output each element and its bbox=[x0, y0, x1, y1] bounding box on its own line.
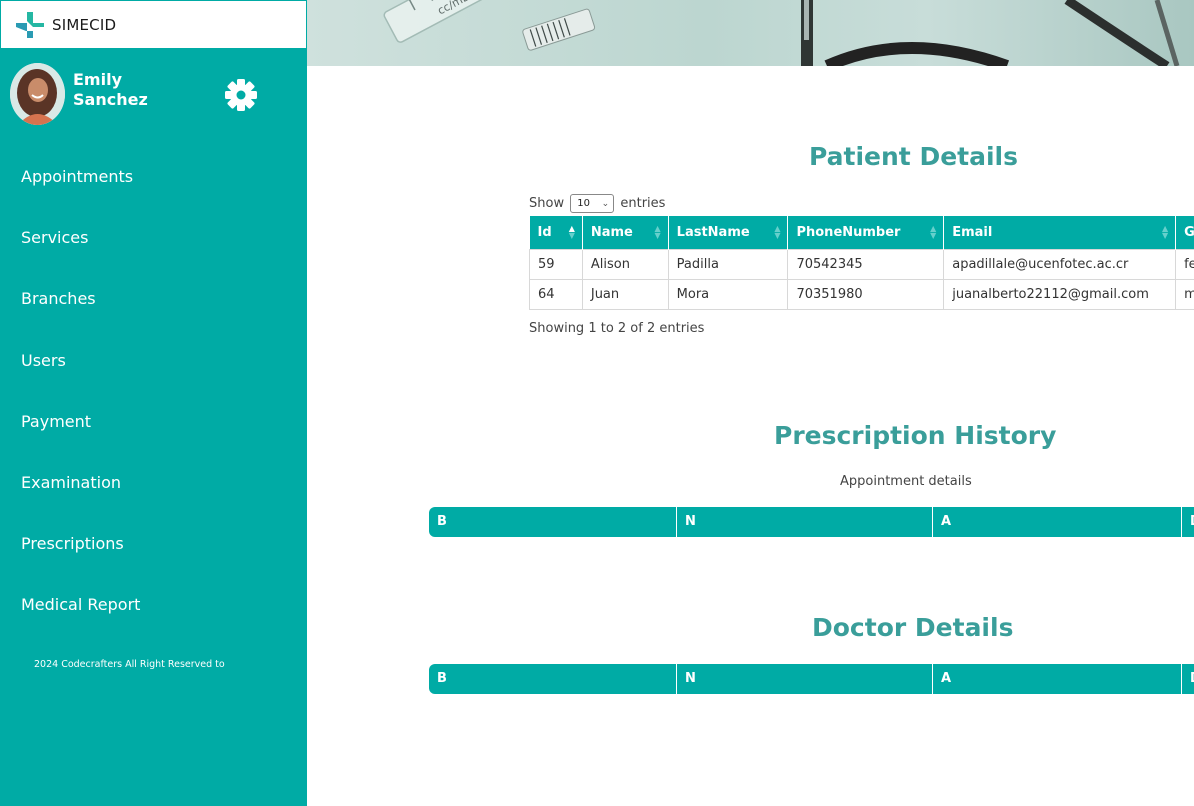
sort-icon: ▲ ▼ bbox=[1161, 224, 1169, 240]
prescription-history-title: Prescription History bbox=[774, 421, 1057, 450]
column-header-b[interactable]: B bbox=[429, 507, 677, 537]
prescription-table-header: B N A D bbox=[429, 507, 1194, 537]
column-header-a[interactable]: A bbox=[933, 664, 1182, 694]
brand-header[interactable]: SIMECID bbox=[1, 1, 306, 48]
column-header-phonenumber[interactable]: PhoneNumber ▲ ▼ bbox=[787, 216, 945, 249]
cell-phonenumber: 70542345 bbox=[787, 248, 945, 280]
cell-email: juanalberto22112@gmail.com bbox=[943, 278, 1177, 310]
column-header-g[interactable]: G bbox=[1175, 216, 1194, 249]
cell-g: fe bbox=[1175, 248, 1194, 280]
user-profile: Emily Sanchez bbox=[10, 63, 300, 127]
cell-email: apadillale@ucenfotec.ac.cr bbox=[943, 248, 1177, 280]
medical-cross-logo-icon bbox=[16, 11, 44, 38]
page-length-control: Show 10 ⌄ entries bbox=[529, 194, 665, 213]
column-header-n[interactable]: N bbox=[677, 507, 933, 537]
sort-icon: ▲ ▼ bbox=[930, 224, 937, 240]
sidebar-item-users[interactable]: Users bbox=[0, 330, 307, 391]
sidebar-nav: Appointments Services Branches Users Pay… bbox=[0, 146, 307, 636]
table-header-row: Id ▲ ▼ Name ▲ ▼ LastName ▲ ▼ PhoneNumber ▲ ▼… bbox=[529, 216, 1194, 249]
brand-name: SIMECID bbox=[52, 15, 117, 34]
patient-table: Id ▲ ▼ Name ▲ ▼ LastName ▲ ▼ PhoneNumber ▲ ▼… bbox=[529, 216, 1194, 310]
column-header-name[interactable]: Name ▲ ▼ bbox=[582, 216, 669, 249]
patient-details-title: Patient Details bbox=[809, 142, 1018, 171]
avatar[interactable] bbox=[10, 63, 65, 125]
column-header-d[interactable]: D bbox=[1182, 507, 1194, 537]
doctor-table-header: B N A D bbox=[429, 664, 1194, 694]
entries-label: entries bbox=[620, 196, 666, 211]
sidebar: SIMECID Emily Sanchez Appointments Servi… bbox=[0, 0, 307, 806]
column-header-d[interactable]: D bbox=[1182, 664, 1194, 694]
cell-id: 59 bbox=[529, 248, 583, 280]
sidebar-item-medical-report[interactable]: Medical Report bbox=[0, 574, 307, 635]
column-header-email[interactable]: Email ▲ ▼ bbox=[943, 216, 1177, 249]
column-header-b[interactable]: B bbox=[429, 664, 677, 694]
sidebar-item-services[interactable]: Services bbox=[0, 207, 307, 268]
cell-name: Juan bbox=[581, 278, 669, 310]
column-header-a[interactable]: A bbox=[933, 507, 1182, 537]
user-name: Emily Sanchez bbox=[73, 70, 148, 109]
show-label: Show bbox=[529, 196, 565, 211]
sidebar-item-prescriptions[interactable]: Prescriptions bbox=[0, 513, 307, 574]
doctor-details-title: Doctor Details bbox=[812, 613, 1014, 642]
cell-name: Alison bbox=[581, 248, 669, 280]
sort-icon: ▲ ▼ bbox=[654, 224, 661, 240]
cell-g: m bbox=[1175, 278, 1194, 310]
sidebar-item-payment[interactable]: Payment bbox=[0, 391, 307, 452]
gear-icon[interactable] bbox=[224, 78, 258, 112]
table-row: 64 Juan Mora 70351980 juanalberto22112@g… bbox=[529, 278, 1194, 310]
header-banner-image: cc/mL bbox=[307, 0, 1194, 66]
column-header-id[interactable]: Id ▲ ▼ bbox=[529, 216, 583, 249]
sidebar-item-examination[interactable]: Examination bbox=[0, 452, 307, 513]
column-header-n[interactable]: N bbox=[677, 664, 933, 694]
footer-copyright: 2024 Codecrafters All Right Reserved to bbox=[34, 659, 225, 670]
chevron-down-icon: ⌄ bbox=[601, 199, 610, 209]
table-info: Showing 1 to 2 of 2 entries bbox=[529, 321, 705, 336]
patient-table-wrapper: Id ▲ ▼ Name ▲ ▼ LastName ▲ ▼ PhoneNumber ▲ ▼… bbox=[529, 216, 1194, 311]
page-length-select[interactable]: 10 ⌄ bbox=[570, 194, 615, 213]
table-row: 59 Alison Padilla 70542345 apadillale@uc… bbox=[529, 248, 1194, 280]
sort-icon: ▲ ▼ bbox=[774, 224, 781, 240]
prescription-subtitle: Appointment details bbox=[840, 474, 972, 489]
sidebar-item-appointments[interactable]: Appointments bbox=[0, 146, 307, 207]
sort-icon: ▲ ▼ bbox=[568, 224, 575, 240]
sidebar-item-branches[interactable]: Branches bbox=[0, 268, 307, 329]
cell-lastname: Padilla bbox=[667, 248, 789, 280]
cell-phonenumber: 70351980 bbox=[787, 278, 945, 310]
cell-lastname: Mora bbox=[667, 278, 789, 310]
cell-id: 64 bbox=[529, 278, 583, 310]
page-length-value: 10 bbox=[577, 198, 590, 209]
column-header-lastname[interactable]: LastName ▲ ▼ bbox=[668, 216, 789, 249]
